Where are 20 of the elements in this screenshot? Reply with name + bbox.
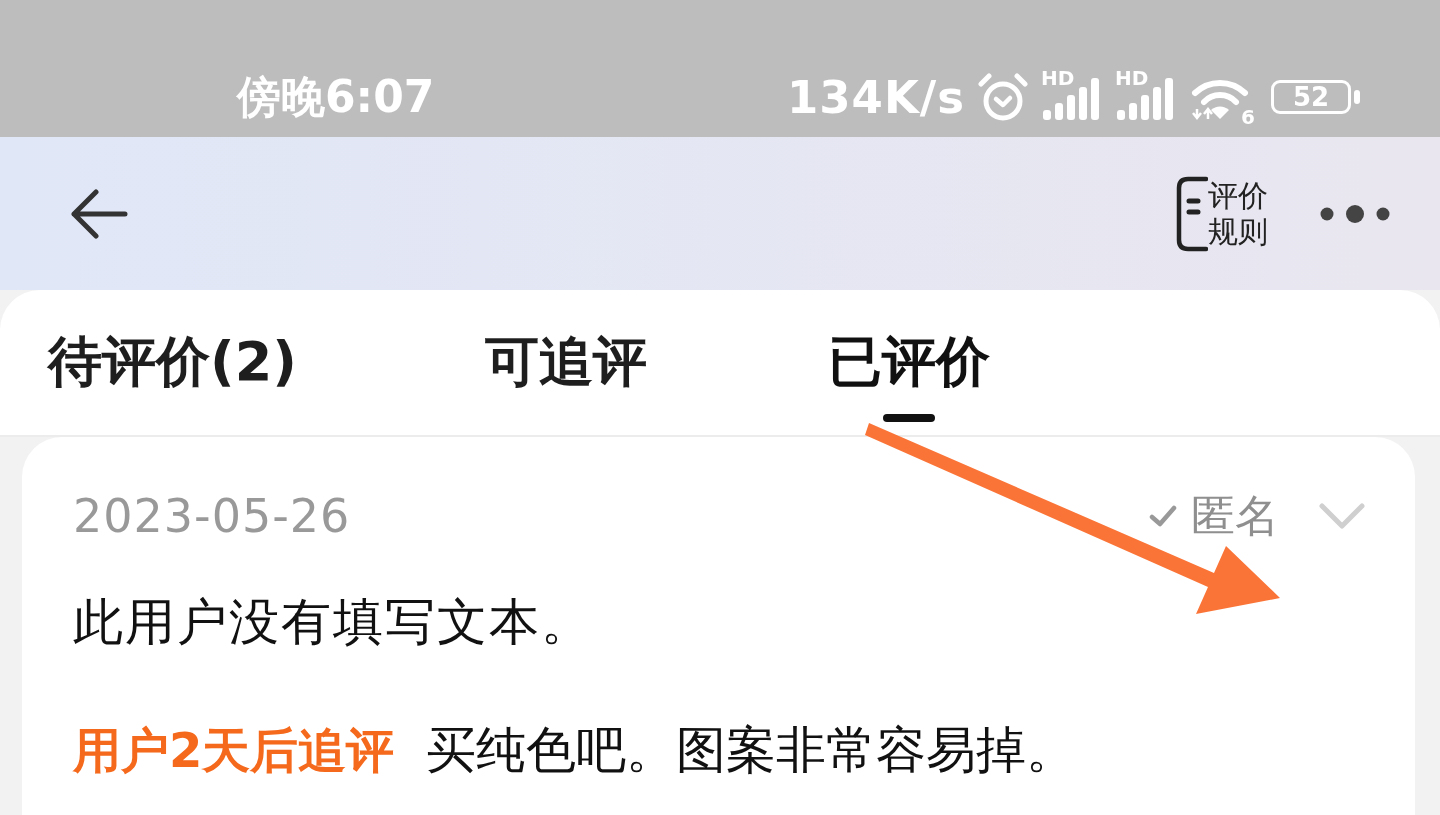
- battery-percent: 52: [1292, 84, 1330, 110]
- rules-button[interactable]: 评价规则: [1176, 175, 1268, 252]
- wifi-generation-label: 6: [1241, 107, 1255, 127]
- follow-up-text: 买纯色吧。图案非常容易掉。: [426, 722, 1077, 778]
- network-type-label: HD: [1041, 68, 1075, 88]
- review-date: 2023-05-26: [73, 491, 351, 541]
- status-time: 傍晚6:07: [237, 75, 435, 119]
- back-button[interactable]: [70, 188, 128, 239]
- follow-up-tag: 用户2天后追评: [73, 722, 395, 778]
- tab[interactable]: 待评价(2): [48, 332, 297, 422]
- more-icon: [1320, 204, 1390, 223]
- tab[interactable]: 已评价: [828, 332, 990, 422]
- alarm-clock-icon: [977, 72, 1029, 122]
- network-speed: 134K/s: [786, 74, 965, 120]
- bracket-list-icon: [1176, 175, 1208, 252]
- tab[interactable]: 可追评: [485, 332, 647, 422]
- more-button[interactable]: [1320, 204, 1390, 223]
- back-arrow-icon: [70, 188, 128, 239]
- network-type-label: HD: [1115, 68, 1149, 88]
- review-text: 此用户没有填写文本。: [73, 594, 593, 650]
